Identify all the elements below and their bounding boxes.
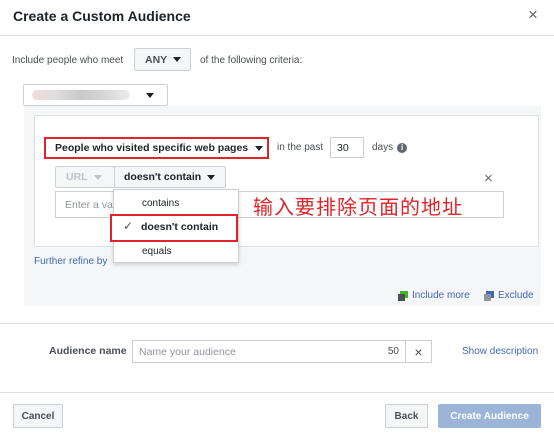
dialog-title: Create a Custom Audience [13,8,191,24]
visitor-type-value: People who visited specific web pages [55,142,249,154]
close-icon[interactable]: × [528,5,538,25]
include-icon [398,290,408,301]
create-audience-button[interactable]: Create Audience [438,404,541,428]
show-description-link[interactable]: Show description [462,346,538,357]
criteria-prefix: Include people who meet [12,55,124,66]
match-type-value: ANY [145,53,168,66]
criteria-suffix: of the following criteria: [200,55,303,66]
operator-dropdown[interactable]: doesn't contain [114,166,226,188]
footer-divider [0,392,554,393]
days-label: days [372,142,394,153]
menu-item-doesnt-contain-label: doesn't contain [141,221,219,233]
chevron-down-icon [93,174,102,180]
in-the-past-label: in the past [277,142,324,153]
visitor-type-dropdown[interactable]: People who visited specific web pages [55,142,264,154]
clear-name-button[interactable]: × [405,340,432,363]
source-selector[interactable] [23,84,168,106]
cancel-button[interactable]: Cancel [13,404,63,428]
exclude-label: Exclude [498,290,534,301]
url-value-placeholder: Enter a val [65,198,116,211]
exclude-link[interactable]: Exclude [484,290,534,301]
include-more-link[interactable]: Include more [398,290,470,301]
menu-item-contains[interactable]: contains [114,198,238,209]
back-button[interactable]: Back [385,404,428,428]
annotation-text: 输入要排除页面的地址 [253,195,463,219]
url-field-dropdown[interactable]: URL [55,166,115,188]
operator-value: doesn't contain [124,171,202,183]
section-divider [0,323,554,324]
header-divider [0,35,554,36]
days-label-group: days i [372,142,408,153]
days-value: 30 [337,141,349,154]
chevron-down-icon [255,145,264,151]
audience-name-input[interactable]: Name your audience 50 [132,340,406,363]
chevron-down-icon [207,174,216,180]
match-type-dropdown[interactable]: ANY [134,48,191,71]
audience-name-placeholder: Name your audience [139,345,236,358]
days-input[interactable]: 30 [330,137,364,158]
char-count: 50 [387,346,399,357]
chevron-down-icon [173,57,182,62]
menu-item-equals[interactable]: equals [114,246,238,257]
exclude-icon [484,290,494,301]
url-field-label: URL [66,171,88,183]
info-icon[interactable]: i [397,142,408,153]
include-more-label: Include more [412,290,470,301]
check-icon: ✓ [123,219,134,233]
audience-name-label: Audience name [49,345,127,357]
blurred-source-name [32,90,130,100]
further-refine-link[interactable]: Further refine by [34,256,107,267]
remove-rule-icon[interactable]: × [484,170,493,187]
chevron-down-icon [146,92,154,98]
